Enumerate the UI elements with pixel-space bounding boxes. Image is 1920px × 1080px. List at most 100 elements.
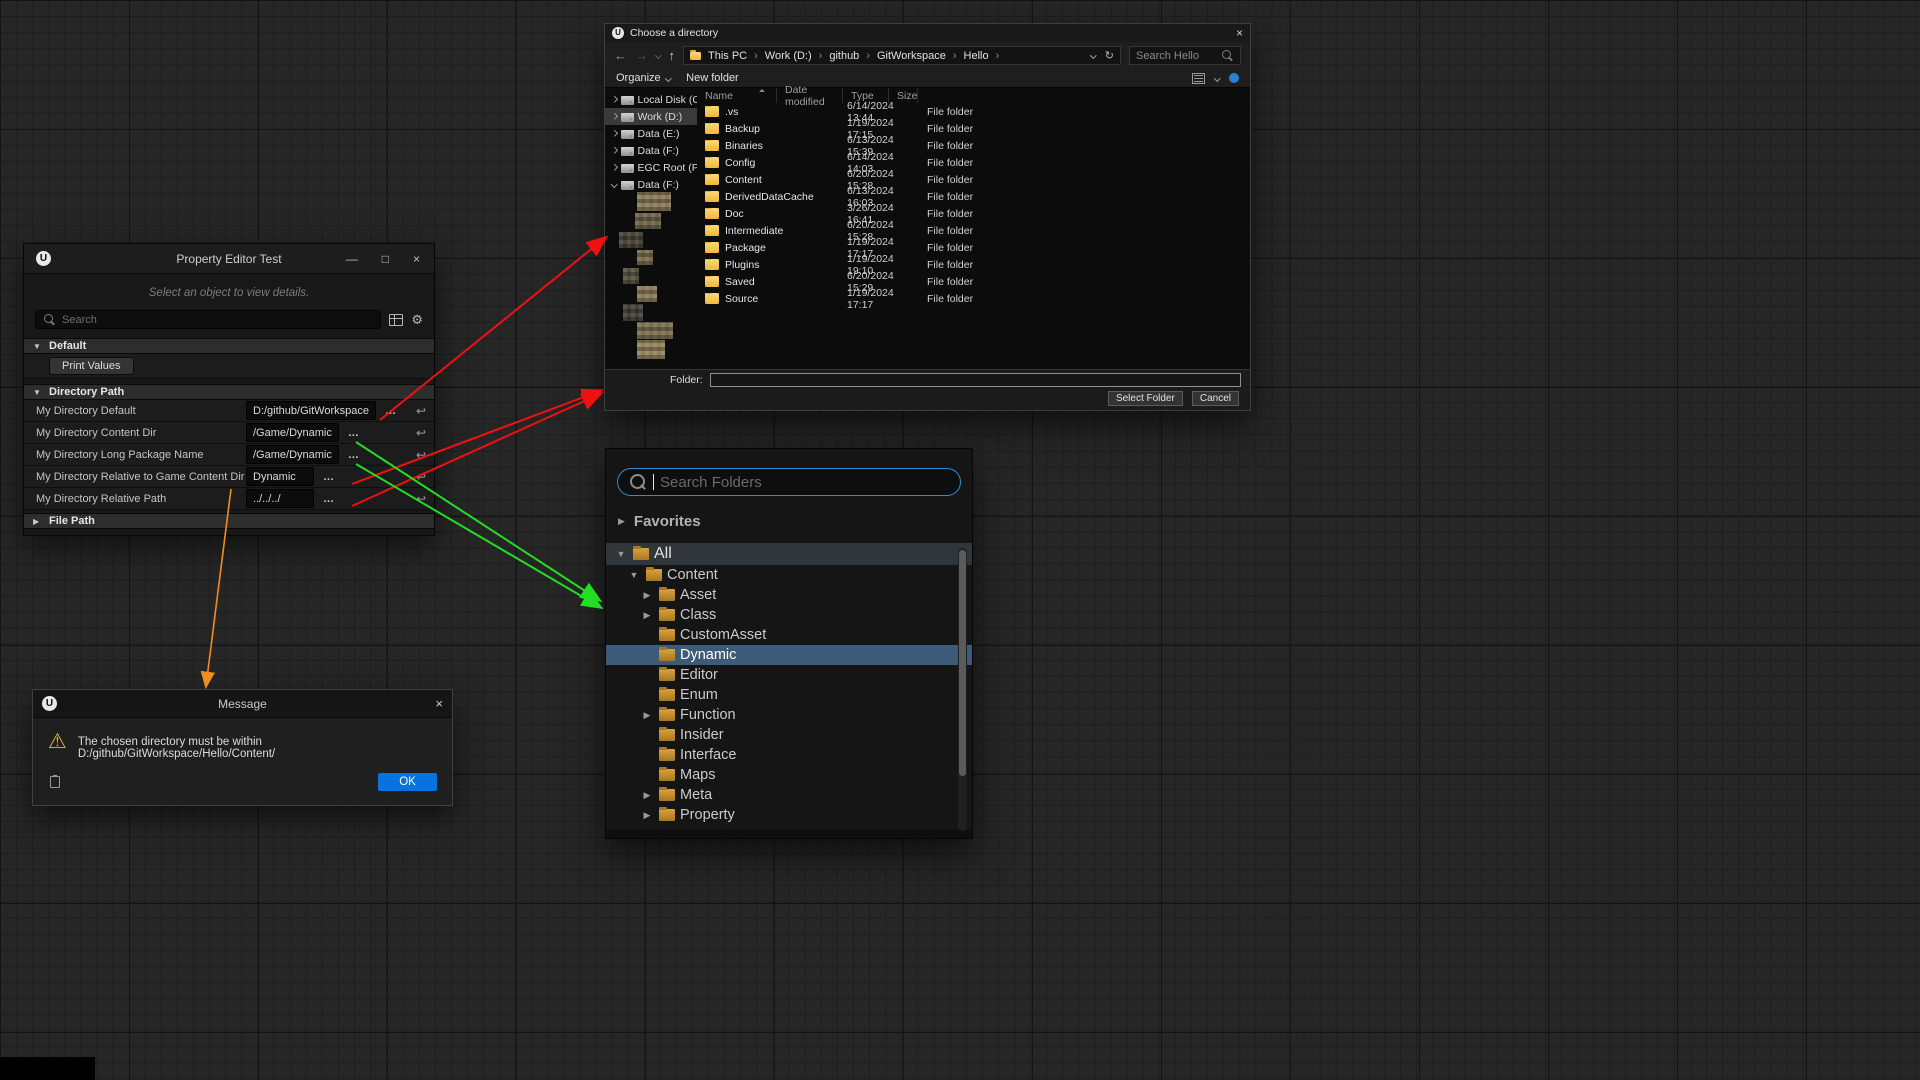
message-titlebar[interactable]: U Message ×: [33, 690, 452, 718]
sidebar-drive-item[interactable]: Data (E:): [605, 125, 697, 142]
file-row[interactable]: Config 6/14/2024 14:03 File folder: [697, 154, 1250, 171]
browse-button[interactable]: …: [323, 493, 335, 505]
file-row[interactable]: Backup 1/19/2024 17:15 File folder: [697, 120, 1250, 137]
browse-button[interactable]: …: [323, 471, 335, 483]
new-folder-button[interactable]: New folder: [686, 72, 739, 84]
folder-tree-item[interactable]: Interface: [606, 745, 972, 765]
chevron-icon[interactable]: [611, 147, 617, 153]
favorites-section[interactable]: ▶ Favorites: [606, 513, 972, 530]
property-value-field[interactable]: /Game/Dynamic: [246, 445, 339, 464]
breadcrumb-item[interactable]: This PC: [706, 50, 763, 62]
close-button[interactable]: ×: [413, 252, 420, 266]
folder-name-input[interactable]: [710, 373, 1241, 387]
browse-button[interactable]: …: [348, 427, 360, 439]
reset-to-default-icon[interactable]: ↩: [408, 448, 434, 462]
refresh-icon[interactable]: ↻: [1105, 49, 1114, 62]
expander-icon[interactable]: ▶: [640, 590, 654, 601]
details-view-icon[interactable]: [389, 314, 403, 326]
property-value-field[interactable]: Dynamic: [246, 467, 314, 486]
property-value-field[interactable]: ../../../: [246, 489, 314, 508]
column-header[interactable]: Name: [697, 88, 777, 103]
close-button[interactable]: ×: [1236, 26, 1243, 40]
sidebar-drive-item[interactable]: Local Disk (C:): [605, 91, 697, 108]
folder-tree-item[interactable]: ▶ Asset: [606, 585, 972, 605]
breadcrumb-item[interactable]: github: [827, 50, 875, 62]
reset-to-default-icon[interactable]: ↩: [408, 404, 434, 418]
minimize-button[interactable]: —: [346, 252, 358, 266]
search-input[interactable]: Search: [35, 310, 381, 329]
breadcrumb-item[interactable]: Work (D:): [763, 50, 828, 62]
section-default[interactable]: ▼ Default: [24, 338, 434, 354]
print-values-button[interactable]: Print Values: [49, 357, 134, 375]
column-header[interactable]: Date modified: [777, 88, 843, 103]
reset-to-default-icon[interactable]: ↩: [408, 470, 434, 484]
file-row[interactable]: Plugins 1/19/2024 19:10 File folder: [697, 256, 1250, 273]
organize-menu[interactable]: Organize: [616, 72, 670, 84]
dialog-titlebar[interactable]: U Choose a directory ×: [605, 24, 1250, 42]
expander-icon[interactable]: ▶: [640, 810, 654, 821]
forward-button[interactable]: →: [635, 49, 648, 62]
expander-icon[interactable]: ▶: [640, 610, 654, 621]
property-editor-titlebar[interactable]: U Property Editor Test — □ ×: [24, 244, 434, 274]
address-dropdown-icon[interactable]: [1090, 52, 1096, 58]
scrollbar[interactable]: [958, 548, 967, 831]
reset-to-default-icon[interactable]: ↩: [408, 426, 434, 440]
file-row[interactable]: DerivedDataCache 6/13/2024 16:03 File fo…: [697, 188, 1250, 205]
folder-tree-item[interactable]: ▶ Property: [606, 805, 972, 825]
cancel-button[interactable]: Cancel: [1192, 391, 1239, 406]
expander-icon[interactable]: ▶: [640, 710, 654, 721]
view-mode-icon[interactable]: [1192, 73, 1205, 84]
file-row[interactable]: Doc 3/26/2024 16:41 File folder: [697, 205, 1250, 222]
scrollbar-thumb[interactable]: [959, 550, 966, 776]
back-button[interactable]: ←: [614, 49, 627, 62]
property-value-field[interactable]: D:/github/GitWorkspace: [246, 401, 376, 420]
copy-message-icon[interactable]: [50, 776, 60, 788]
explorer-search-input[interactable]: Search Hello: [1129, 46, 1241, 65]
browse-button[interactable]: …: [385, 405, 397, 417]
folder-tree-item[interactable]: ▼ All: [606, 543, 972, 565]
folder-search-input[interactable]: Search Folders: [617, 468, 961, 496]
up-button[interactable]: ↑: [669, 49, 676, 62]
folder-tree-item[interactable]: Maps: [606, 765, 972, 785]
file-row[interactable]: .vs 6/14/2024 13:44 File folder: [697, 103, 1250, 120]
file-row[interactable]: Saved 6/20/2024 15:29 File folder: [697, 273, 1250, 290]
file-row[interactable]: Source 1/19/2024 17:17 File folder: [697, 290, 1250, 307]
folder-tree-item[interactable]: ▶ Class: [606, 605, 972, 625]
folder-tree-item[interactable]: Dynamic: [606, 645, 972, 665]
expander-icon[interactable]: ▶: [640, 790, 654, 801]
chevron-icon[interactable]: [611, 164, 617, 170]
reset-to-default-icon[interactable]: ↩: [408, 492, 434, 506]
chevron-icon[interactable]: [611, 181, 617, 187]
folder-tree-item[interactable]: CustomAsset: [606, 625, 972, 645]
view-dropdown-icon[interactable]: [1214, 75, 1220, 81]
close-button[interactable]: ×: [435, 696, 443, 711]
browse-button[interactable]: …: [348, 449, 360, 461]
property-value-field[interactable]: /Game/Dynamic: [246, 423, 339, 442]
breadcrumb-item[interactable]: GitWorkspace: [875, 50, 962, 62]
chevron-icon[interactable]: [611, 130, 617, 136]
sidebar-drive-item[interactable]: Work (D:): [605, 108, 697, 125]
sidebar-drive-item[interactable]: Data (F:): [605, 176, 697, 193]
file-row[interactable]: Content 6/20/2024 15:28 File folder: [697, 171, 1250, 188]
sidebar-drive-item[interactable]: Data (F:): [605, 142, 697, 159]
chevron-icon[interactable]: [611, 96, 617, 102]
folder-tree-item[interactable]: ▶ Function: [606, 705, 972, 725]
address-bar[interactable]: This PCWork (D:)githubGitWorkspaceHello …: [683, 46, 1121, 65]
help-icon[interactable]: [1229, 73, 1239, 83]
expander-icon[interactable]: ▼: [614, 549, 628, 559]
section-file-path[interactable]: ▶ File Path: [24, 513, 434, 529]
section-directory-path[interactable]: ▼ Directory Path: [24, 384, 434, 400]
folder-tree-item[interactable]: Enum: [606, 685, 972, 705]
column-header[interactable]: Type: [843, 88, 889, 103]
folder-tree-item[interactable]: ▶ Meta: [606, 785, 972, 805]
history-dropdown-icon[interactable]: [655, 52, 661, 58]
breadcrumb-item[interactable]: Hello: [962, 50, 1005, 62]
column-header[interactable]: Size: [889, 88, 918, 103]
gear-icon[interactable]: ⚙: [411, 313, 423, 326]
file-row[interactable]: Binaries 6/13/2024 15:39 File folder: [697, 137, 1250, 154]
file-row[interactable]: Intermediate 6/20/2024 15:28 File folder: [697, 222, 1250, 239]
sidebar-drive-item[interactable]: EGC Root (P:): [605, 159, 697, 176]
file-row[interactable]: Package 1/19/2024 17:17 File folder: [697, 239, 1250, 256]
expander-icon[interactable]: ▼: [627, 570, 641, 580]
folder-tree-item[interactable]: ▼ Content: [606, 565, 972, 585]
